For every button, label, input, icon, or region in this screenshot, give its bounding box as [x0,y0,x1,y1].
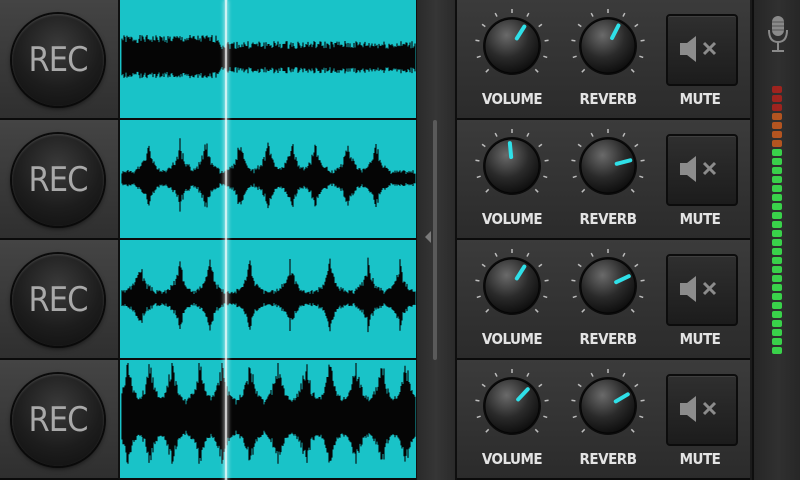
waveform [121,35,416,79]
rec-button[interactable]: REC [12,374,104,466]
speaker-mute-icon [680,396,717,422]
reverb-label: REVERB [579,450,637,468]
mute-label: MUTE [679,450,721,468]
level-meter-leds [772,86,784,356]
track-2: REC VOLUME REVERB MUTE [0,120,800,240]
waveform [121,138,416,212]
reverb-label: REVERB [579,210,637,228]
waveform-track-2[interactable] [120,120,416,240]
rec-cell: REC [0,120,120,240]
mute-button[interactable] [666,134,738,206]
volume-label: VOLUME [481,450,543,468]
playhead[interactable] [224,0,228,480]
rec-button[interactable]: REC [12,14,104,106]
mute-label: MUTE [679,330,721,348]
track-3: REC VOLUME REVERB MUTE [0,240,800,360]
collapse-arrow-icon[interactable] [425,231,431,243]
mixer-track-1: VOLUME REVERB MUTE [456,0,750,120]
panel-divider [416,0,457,480]
track-4: REC VOLUME REVERB MUTE [0,360,800,480]
meter-led [772,221,782,228]
reverb-knob[interactable] [570,8,646,84]
rec-cell: REC [0,0,120,120]
reverb-knob[interactable] [570,128,646,204]
meter-led [772,275,782,282]
speaker-mute-icon [680,156,717,182]
meter-led [772,95,782,102]
meter-led [772,257,782,264]
meter-led [772,266,782,273]
volume-knob[interactable] [474,128,550,204]
meter-led [772,86,782,93]
rec-cell: REC [0,360,120,480]
reverb-label: REVERB [579,90,637,108]
meter-led [772,149,782,156]
meter-led [772,302,782,309]
waveform-track-1[interactable] [120,0,416,120]
meter-led [772,140,782,147]
volume-knob[interactable] [474,248,550,324]
volume-label: VOLUME [481,90,543,108]
meter-led [772,185,782,192]
rec-button[interactable]: REC [12,254,104,346]
meter-led [772,176,782,183]
mute-button[interactable] [666,374,738,446]
meter-led [772,284,782,291]
meter-led [772,131,782,138]
meter-led [772,122,782,129]
reverb-knob[interactable] [570,368,646,444]
volume-knob[interactable] [474,368,550,444]
input-meter [752,0,800,480]
meter-led [772,329,782,336]
mixer-track-4: VOLUME REVERB MUTE [456,360,750,480]
volume-label: VOLUME [481,210,543,228]
multitrack-recorder: REC VOLUME REVERB MUTE REC VOLUME REVERB… [0,0,800,480]
microphone-icon[interactable] [766,14,790,58]
meter-led [772,248,782,255]
meter-led [772,203,782,210]
meter-led [772,320,782,327]
speaker-mute-icon [680,36,717,62]
meter-led [772,212,782,219]
rec-button[interactable]: REC [12,134,104,226]
rec-cell: REC [0,240,120,360]
track-1: REC VOLUME REVERB MUTE [0,0,800,120]
mixer-track-3: VOLUME REVERB MUTE [456,240,750,360]
meter-led [772,158,782,165]
mute-button[interactable] [666,14,738,86]
volume-label: VOLUME [481,330,543,348]
waveform-track-4[interactable] [120,360,416,480]
mute-button[interactable] [666,254,738,326]
volume-knob[interactable] [474,8,550,84]
waveform [121,257,416,333]
meter-led [772,113,782,120]
meter-led [772,347,782,354]
mute-label: MUTE [679,210,721,228]
waveform [121,363,416,464]
meter-led [772,104,782,111]
mixer-track-2: VOLUME REVERB MUTE [456,120,750,240]
mute-label: MUTE [679,90,721,108]
meter-led [772,194,782,201]
reverb-label: REVERB [579,330,637,348]
drag-handle[interactable] [433,120,437,360]
meter-led [772,338,782,345]
speaker-mute-icon [680,276,717,302]
meter-led [772,293,782,300]
reverb-knob[interactable] [570,248,646,324]
meter-led [772,239,782,246]
meter-led [772,230,782,237]
meter-led [772,311,782,318]
meter-led [772,167,782,174]
waveform-track-3[interactable] [120,240,416,360]
